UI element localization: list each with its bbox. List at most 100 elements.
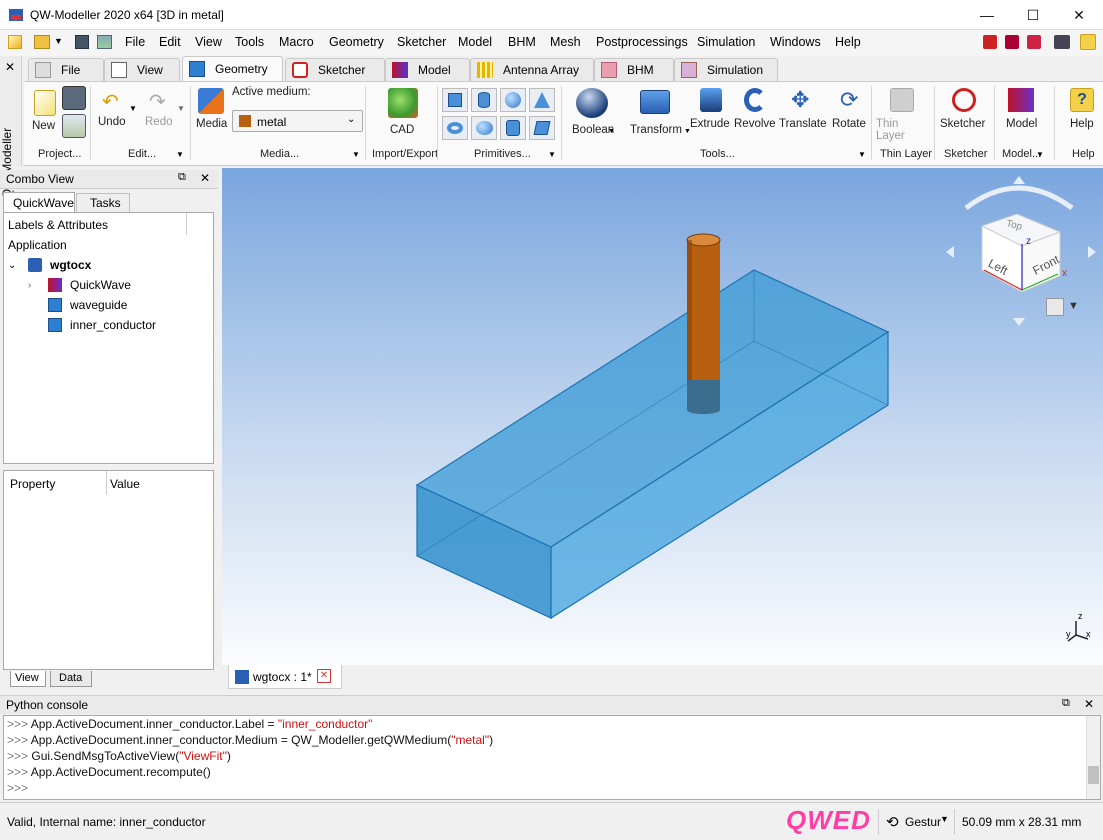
menu-sketcher[interactable]: Sketcher [397, 35, 446, 49]
console-scrollbar[interactable] [1086, 716, 1100, 799]
save-icon[interactable] [75, 35, 89, 49]
tree-item-quickwave[interactable]: › QuickWave [28, 275, 131, 295]
navcube-menu-dropdown-icon[interactable]: ▼ [1068, 300, 1079, 312]
primitives-group-label[interactable]: Primitives... [474, 148, 531, 160]
qw-www-icon[interactable] [1054, 35, 1070, 49]
tools-group-label[interactable]: Tools... [700, 148, 735, 160]
tab-geometry[interactable]: Geometry [182, 56, 283, 81]
tab-sketcher[interactable]: Sketcher [285, 58, 385, 81]
media-group-label[interactable]: Media... [260, 148, 299, 160]
tab-tasks[interactable]: Tasks [76, 193, 130, 212]
navigation-style-select[interactable]: Gestur [905, 815, 941, 829]
project-group-label[interactable]: Project... [38, 148, 81, 160]
menu-windows[interactable]: Windows [770, 35, 821, 49]
edit-group-label[interactable]: Edit... [128, 148, 156, 160]
open-folder-icon[interactable] [34, 35, 50, 49]
tab-antenna-array[interactable]: Antenna Array [470, 58, 594, 81]
active-medium-select[interactable]: metal ⌄ [232, 110, 363, 132]
tab-quickwave[interactable]: QuickWave [3, 192, 75, 212]
model-group-expand-icon[interactable]: ▼ [1036, 150, 1044, 159]
side-close-icon[interactable]: ✕ [5, 60, 15, 74]
tab-file[interactable]: File [28, 58, 104, 81]
minimize-button[interactable]: — [964, 0, 1010, 30]
whats-this-help-icon[interactable] [1080, 34, 1096, 50]
ribbon-panel: New Project... ↶ Undo ▼ ↷ Redo ▼ Edit...… [24, 81, 1103, 166]
undo-dropdown-icon[interactable]: ▼ [129, 104, 137, 113]
menu-model[interactable]: Model [458, 35, 492, 49]
status-divider [954, 809, 955, 835]
save-as-icon[interactable] [97, 35, 112, 49]
save-as-project-icon[interactable] [62, 114, 86, 138]
python-console[interactable]: >>> App.ActiveDocument.inner_conductor.L… [3, 715, 1101, 800]
scrollbar-thumb[interactable] [1088, 766, 1099, 784]
menu-view[interactable]: View [195, 35, 222, 49]
edit-group-expand-icon[interactable]: ▼ [176, 150, 184, 159]
chevron-right-icon[interactable]: › [28, 280, 42, 291]
document-icon [235, 670, 249, 684]
float-console-icon[interactable]: ⧉ [1062, 697, 1070, 710]
ribbon-separator [1054, 86, 1055, 160]
3d-viewport[interactable]: Top Left Front x z ▼ z y x [222, 168, 1103, 665]
torus-primitive-button[interactable] [442, 116, 468, 140]
chevron-down-icon[interactable]: ▼ [940, 814, 949, 824]
tab-simulation[interactable]: Simulation [674, 58, 778, 81]
open-dropdown-icon[interactable]: ▼ [54, 36, 63, 46]
box-primitive-button[interactable] [442, 88, 468, 112]
menu-mesh[interactable]: Mesh [550, 35, 581, 49]
tree-item-document[interactable]: ⌄ wgtocx [8, 255, 91, 275]
sphere-icon [505, 92, 521, 108]
menu-bhm[interactable]: BHM [508, 35, 536, 49]
menu-file[interactable]: File [125, 35, 145, 49]
navigation-style-icon[interactable]: ⟲ [886, 813, 899, 831]
import-export-group-label: Import/Export [372, 148, 439, 160]
menu-macro[interactable]: Macro [279, 35, 314, 49]
media-group-expand-icon[interactable]: ▼ [352, 150, 360, 159]
menu-help[interactable]: Help [835, 35, 861, 49]
qw-tool-2-icon[interactable] [1005, 35, 1019, 49]
save-project-icon[interactable] [62, 86, 86, 110]
float-panel-icon[interactable]: ⧉ [178, 171, 186, 184]
antenna-array-icon [477, 62, 493, 78]
primitives-group-expand-icon[interactable]: ▼ [548, 150, 556, 159]
cylinder-primitive-button[interactable] [471, 88, 497, 112]
chevron-down-icon[interactable]: ⌄ [8, 260, 22, 271]
tools-group-expand-icon[interactable]: ▼ [858, 150, 866, 159]
menu-tools[interactable]: Tools [235, 35, 264, 49]
menu-geometry[interactable]: Geometry [329, 35, 384, 49]
new-file-icon[interactable] [8, 35, 22, 49]
tab-bhm[interactable]: BHM [594, 58, 674, 81]
tab-view-panel[interactable]: View [10, 671, 46, 687]
cone-primitive-button[interactable] [529, 88, 555, 112]
redo-dropdown-icon[interactable]: ▼ [177, 104, 185, 113]
tab-model[interactable]: Model [385, 58, 470, 81]
wedge-icon [533, 121, 551, 135]
qw-tool-1-icon[interactable] [983, 35, 997, 49]
wedge-primitive-button[interactable] [529, 116, 555, 140]
navigation-cube[interactable]: Top Left Front x z ▼ [942, 174, 1100, 334]
waveguide-body[interactable] [415, 269, 890, 620]
qw-tool-3-icon[interactable] [1027, 35, 1041, 49]
document-tab[interactable]: wgtocx : 1* ✕ [228, 665, 342, 689]
close-window-button[interactable]: ✕ [1056, 0, 1102, 30]
tab-data-panel[interactable]: Data [50, 671, 92, 687]
tube-primitive-button[interactable] [500, 116, 526, 140]
inner-conductor-body[interactable] [686, 233, 721, 414]
qwed-logo: QWED [786, 805, 871, 835]
menu-postprocessings[interactable]: Postprocessings [596, 35, 688, 49]
close-console-icon[interactable]: ✕ [1084, 697, 1094, 711]
maximize-button[interactable]: ☐ [1010, 0, 1056, 30]
navcube-menu-cube-icon[interactable] [1046, 298, 1064, 316]
ellipsoid-primitive-button[interactable] [471, 116, 497, 140]
console-input-line[interactable]: >>> [7, 781, 31, 797]
sphere-primitive-button[interactable] [500, 88, 526, 112]
tab-view[interactable]: View [104, 58, 180, 81]
tree-item-inner-conductor[interactable]: inner_conductor [48, 315, 156, 335]
revolve-icon [744, 88, 766, 112]
close-tab-icon[interactable]: ✕ [317, 669, 331, 683]
application-label: Application [8, 238, 67, 252]
menu-simulation[interactable]: Simulation [697, 35, 755, 49]
tree-item-waveguide[interactable]: waveguide [48, 295, 127, 315]
close-panel-icon[interactable]: ✕ [200, 171, 210, 185]
status-divider [878, 809, 879, 835]
menu-edit[interactable]: Edit [159, 35, 181, 49]
